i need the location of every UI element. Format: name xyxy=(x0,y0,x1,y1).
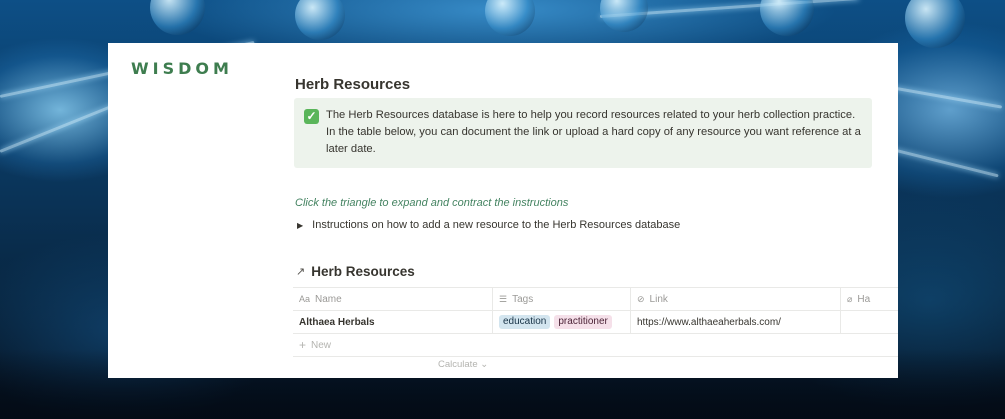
column-label: Tags xyxy=(512,293,534,305)
disco-light xyxy=(600,0,648,32)
column-header-tags[interactable]: ☰ Tags xyxy=(493,288,631,310)
check-mark-icon: ✓ xyxy=(304,109,319,124)
column-header-name[interactable]: Aa Name xyxy=(293,288,493,310)
disco-light xyxy=(295,0,345,40)
brand-wordmark: WISDOM xyxy=(131,59,233,78)
paperclip-icon: ⌀ xyxy=(847,293,853,304)
disco-light xyxy=(905,0,965,48)
column-label: Link xyxy=(649,293,668,305)
tag-education: education xyxy=(499,315,551,329)
new-row-label: New xyxy=(311,339,332,351)
row-link[interactable]: https://www.althaeaherbals.com/ xyxy=(637,317,781,328)
calculate-button[interactable]: Calculate ⌄ xyxy=(438,359,488,370)
callout-block: ✓ The Herb Resources database is here to… xyxy=(294,98,872,168)
text-property-icon: Aa xyxy=(299,294,311,304)
list-property-icon: ☰ xyxy=(499,293,508,304)
column-label: Name xyxy=(315,293,342,305)
plus-icon: + xyxy=(299,338,307,352)
disco-light xyxy=(760,0,814,36)
triangle-right-icon[interactable]: ▶ xyxy=(297,221,303,230)
new-row-button[interactable]: + New xyxy=(293,334,898,357)
notion-page: WISDOM Herb Resources ✓ The Herb Resourc… xyxy=(108,43,898,378)
callout-text: The Herb Resources database is here to h… xyxy=(326,109,861,155)
name-cell[interactable]: Althaea Herbals xyxy=(293,311,493,333)
table-row[interactable]: Althaea Herbals education practitioner h… xyxy=(293,311,898,334)
hardcopy-cell[interactable] xyxy=(841,311,898,333)
database-title-text: Herb Resources xyxy=(311,264,415,279)
row-name: Althaea Herbals xyxy=(299,316,375,328)
column-header-link[interactable]: ⊘ Link xyxy=(631,288,841,310)
tag-practitioner: practitioner xyxy=(554,315,612,329)
arrow-up-right-icon: ↗ xyxy=(296,266,306,278)
instructions-toggle[interactable]: ▶ Instructions on how to add a new resou… xyxy=(297,219,680,231)
page-title: Herb Resources xyxy=(295,76,411,93)
instructions-hint: Click the triangle to expand and contrac… xyxy=(295,197,569,209)
toggle-label: Instructions on how to add a new resourc… xyxy=(312,219,681,231)
column-header-hardcopy[interactable]: ⌀ Ha xyxy=(841,288,898,310)
link-property-icon: ⊘ xyxy=(637,293,645,304)
table-header: Aa Name ☰ Tags ⊘ Link ⌀ Ha xyxy=(293,288,898,311)
tags-cell[interactable]: education practitioner xyxy=(493,311,631,333)
disco-light xyxy=(150,0,205,35)
link-cell[interactable]: https://www.althaeaherbals.com/ xyxy=(631,311,841,333)
disco-light xyxy=(485,0,535,36)
database-title[interactable]: ↗ Herb Resources xyxy=(296,264,415,279)
column-label: Ha xyxy=(857,293,871,305)
herb-resources-table: Aa Name ☰ Tags ⊘ Link ⌀ Ha Althaea Herba… xyxy=(293,287,898,357)
